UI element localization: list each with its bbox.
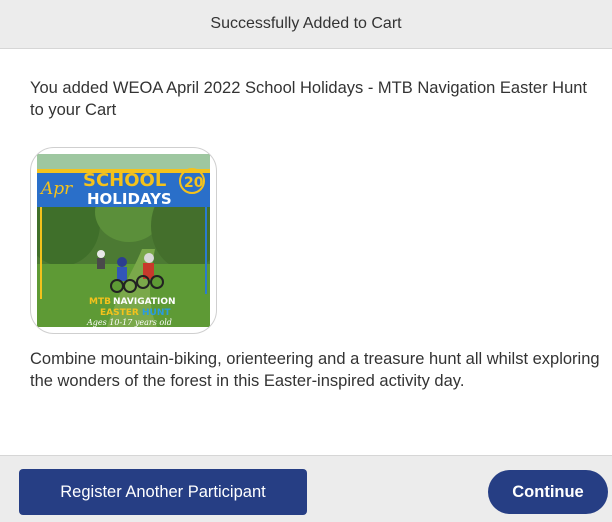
modal-body: You added WEOA April 2022 School Holiday… <box>0 50 612 455</box>
image-easter-text: EASTER <box>100 308 139 318</box>
image-month-text: Apr <box>39 179 73 199</box>
image-hunt-text: HUNT <box>142 308 171 318</box>
frame-line-right <box>205 194 207 294</box>
image-ages-text: Ages 10-17 years old <box>86 318 172 327</box>
modal-header: Successfully Added to Cart <box>0 0 612 49</box>
image-mtb-text: MTB <box>89 297 111 307</box>
product-image: Apr SCHOOL HOLIDAYS 20 MTB NAVIGATION EA… <box>37 154 210 327</box>
continue-button[interactable]: Continue <box>488 470 608 514</box>
product-description: Combine mountain-biking, orienteering an… <box>30 350 600 390</box>
image-holidays-text: HOLIDAYS <box>87 190 172 208</box>
image-year-text: 20 <box>184 175 204 191</box>
added-to-cart-message: You added WEOA April 2022 School Holiday… <box>30 79 588 119</box>
modal-title: Successfully Added to Cart <box>210 15 402 32</box>
modal-footer: Register Another Participant Continue <box>0 455 612 522</box>
image-school-text: SCHOOL <box>83 170 166 191</box>
cart-confirmation-modal: Successfully Added to Cart You added WEO… <box>0 0 612 522</box>
product-thumbnail: Apr SCHOOL HOLIDAYS 20 MTB NAVIGATION EA… <box>30 147 217 334</box>
frame-line-left <box>40 194 42 299</box>
register-another-participant-button[interactable]: Register Another Participant <box>19 469 307 515</box>
image-navigation-text: NAVIGATION <box>113 297 176 307</box>
